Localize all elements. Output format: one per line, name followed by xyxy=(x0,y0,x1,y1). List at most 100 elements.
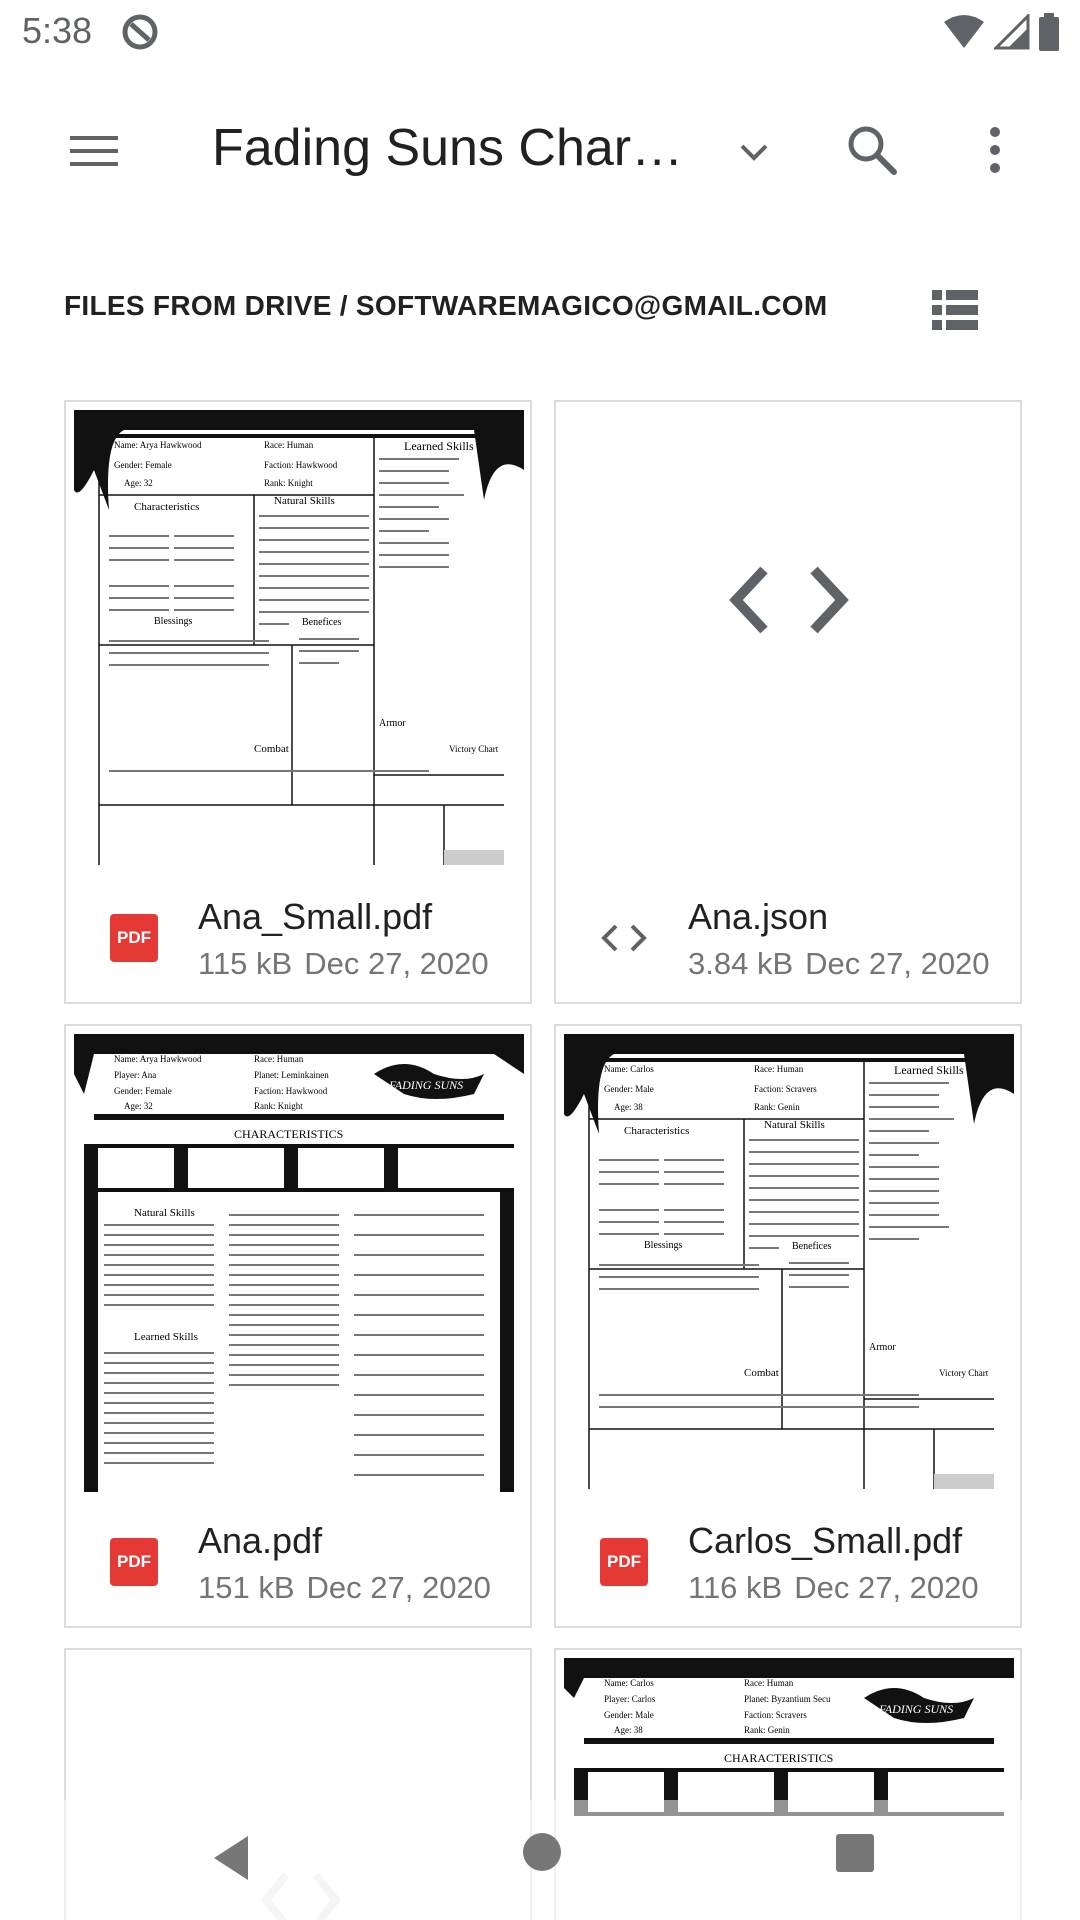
app-bar: Fading Suns Chara… xyxy=(0,90,1080,210)
recents-icon[interactable] xyxy=(834,1832,876,1874)
thumb-gender: Gender: Male xyxy=(604,1710,654,1720)
character-sheet-preview: Name: Arya Hawkwood Race: Human Gender: … xyxy=(74,410,524,865)
thumb-combat: Combat xyxy=(744,1367,779,1379)
file-meta: 3.84 kB Dec 27, 2020 xyxy=(688,946,1002,982)
thumb-planet: Planet: Leminkainen xyxy=(254,1070,329,1080)
hamburger-icon[interactable] xyxy=(64,126,124,176)
thumb-race: Race: Human xyxy=(744,1678,794,1688)
thumb-race: Race: Human xyxy=(264,440,314,450)
thumb-age: Age: 32 xyxy=(124,1101,153,1111)
thumb-rank: Rank: Genin xyxy=(754,1102,800,1112)
file-name: Ana.json xyxy=(688,896,829,937)
file-card-ana-small-pdf[interactable]: Name: Arya Hawkwood Race: Human Gender: … xyxy=(64,400,532,1004)
thumb-player: Player: Ana xyxy=(114,1070,156,1080)
code-icon xyxy=(601,924,647,952)
thumb-combat: Combat xyxy=(254,743,289,755)
file-info: PDF Ana_Small.pdf 115 kB Dec 27, 2020 xyxy=(66,880,530,1002)
file-info: PDF Ana.pdf 151 kB Dec 27, 2020 xyxy=(66,1504,530,1626)
chevron-down-icon[interactable] xyxy=(730,128,778,176)
file-info: PDF Carlos_Small.pdf 116 kB Dec 27, 2020 xyxy=(556,1504,1020,1626)
thumb-blessings: Blessings xyxy=(154,616,192,627)
thumb-armor: Armor xyxy=(379,718,406,729)
thumb-victory: Victory Chart xyxy=(939,1368,989,1378)
thumb-benefices: Benefices xyxy=(302,617,342,628)
file-card-ana-json[interactable]: Ana.json 3.84 kB Dec 27, 2020 xyxy=(554,400,1022,1004)
file-date: Dec 27, 2020 xyxy=(794,1570,979,1605)
thumb-faction: Faction: Scravers xyxy=(754,1084,817,1094)
file-meta: 115 kB Dec 27, 2020 xyxy=(198,946,501,982)
home-icon[interactable] xyxy=(520,1830,564,1874)
pdf-thumbnail: Name: Carlos Race: Human Gender: Male Fa… xyxy=(564,1034,1014,1496)
thumb-characteristics: Characteristics xyxy=(134,501,199,513)
thumb-name: Name: Carlos xyxy=(604,1678,654,1688)
thumb-rank: Rank: Knight xyxy=(254,1101,303,1111)
file-size: 115 kB xyxy=(198,946,293,981)
back-icon[interactable] xyxy=(204,1830,260,1886)
thumb-race: Race: Human xyxy=(754,1064,804,1074)
thumb-learned: Learned Skills xyxy=(894,1063,964,1077)
files-section-header: FILES FROM DRIVE / SOFTWAREMAGICO@GMAIL.… xyxy=(64,290,828,321)
thumb-faction: Faction: Hawkwood xyxy=(254,1086,328,1096)
json-thumbnail xyxy=(564,410,1014,872)
thumb-planet: Planet: Byzantium Secu xyxy=(744,1694,831,1704)
pdf-icon: PDF xyxy=(110,914,158,962)
file-meta: 151 kB Dec 27, 2020 xyxy=(198,1570,503,1606)
thumb-race: Race: Human xyxy=(254,1054,304,1064)
code-icon xyxy=(729,566,849,634)
thumb-player: Player: Carlos xyxy=(604,1694,656,1704)
thumb-name: Name: Arya Hawkwood xyxy=(114,440,202,450)
pdf-thumbnail: FADING SUNS Name: Arya Hawkwood Race: Hu… xyxy=(74,1034,524,1496)
file-meta: 116 kB Dec 27, 2020 xyxy=(688,1570,991,1606)
thumb-benefices: Benefices xyxy=(792,1241,832,1252)
file-card-carlos-small-pdf[interactable]: Name: Carlos Race: Human Gender: Male Fa… xyxy=(554,1024,1022,1628)
thumb-victory: Victory Chart xyxy=(449,744,499,754)
thumb-name: Name: Carlos xyxy=(604,1064,654,1074)
thumb-faction: Faction: Hawkwood xyxy=(264,460,338,470)
thumb-natural: Natural Skills xyxy=(764,1119,825,1131)
thumb-blessings: Blessings xyxy=(644,1240,682,1251)
status-bar: 5:38 xyxy=(0,0,1080,64)
battery-icon xyxy=(1039,13,1059,51)
thumb-gender: Gender: Female xyxy=(114,1086,172,1096)
file-date: Dec 27, 2020 xyxy=(306,1570,491,1605)
thumb-rank: Rank: Genin xyxy=(744,1725,790,1735)
thumb-age: Age: 32 xyxy=(124,478,153,488)
thumb-learned: Learned Skills xyxy=(404,439,474,453)
file-size: 3.84 kB xyxy=(688,946,794,981)
file-info: Ana.json 3.84 kB Dec 27, 2020 xyxy=(556,880,1020,1002)
character-sheet-preview: FADING SUNS Name: Arya Hawkwood Race: Hu… xyxy=(74,1034,524,1492)
pdf-icon: PDF xyxy=(600,1538,648,1586)
thumb-age: Age: 38 xyxy=(614,1102,643,1112)
thumb-natural: Natural Skills xyxy=(134,1207,195,1219)
cell-signal-icon xyxy=(994,14,1030,50)
thumb-gender: Gender: Male xyxy=(604,1084,654,1094)
file-date: Dec 27, 2020 xyxy=(805,946,990,981)
thumb-logo: FADING SUNS xyxy=(388,1078,463,1092)
character-sheet-preview: Name: Carlos Race: Human Gender: Male Fa… xyxy=(564,1034,1014,1489)
search-icon[interactable] xyxy=(840,118,904,182)
thumb-characteristics: CHARACTERISTICS xyxy=(234,1127,343,1141)
thumb-name: Name: Arya Hawkwood xyxy=(114,1054,202,1064)
thumb-age: Age: 38 xyxy=(614,1725,643,1735)
file-name: Ana.pdf xyxy=(198,1520,323,1561)
file-size: 116 kB xyxy=(688,1570,783,1605)
thumb-rank: Rank: Knight xyxy=(264,478,313,488)
file-size: 151 kB xyxy=(198,1570,295,1605)
data-saver-icon xyxy=(122,14,158,50)
list-view-icon[interactable] xyxy=(930,288,980,332)
thumb-natural: Natural Skills xyxy=(274,495,335,507)
wifi-icon xyxy=(944,15,984,48)
status-icons xyxy=(942,12,1060,52)
file-name: Ana_Small.pdf xyxy=(198,896,433,937)
page-title[interactable]: Fading Suns Chara… xyxy=(212,118,692,178)
pdf-thumbnail: Name: Arya Hawkwood Race: Human Gender: … xyxy=(74,410,524,872)
file-name: Carlos_Small.pdf xyxy=(688,1520,963,1561)
status-time: 5:38 xyxy=(22,10,93,51)
file-card-ana-pdf[interactable]: FADING SUNS Name: Arya Hawkwood Race: Hu… xyxy=(64,1024,532,1628)
thumb-characteristics: CHARACTERISTICS xyxy=(724,1751,833,1765)
pdf-icon: PDF xyxy=(110,1538,158,1586)
file-date: Dec 27, 2020 xyxy=(304,946,489,981)
thumb-faction: Faction: Scravers xyxy=(744,1710,807,1720)
more-vert-icon[interactable] xyxy=(970,118,1020,182)
thumb-learned: Learned Skills xyxy=(134,1331,198,1343)
